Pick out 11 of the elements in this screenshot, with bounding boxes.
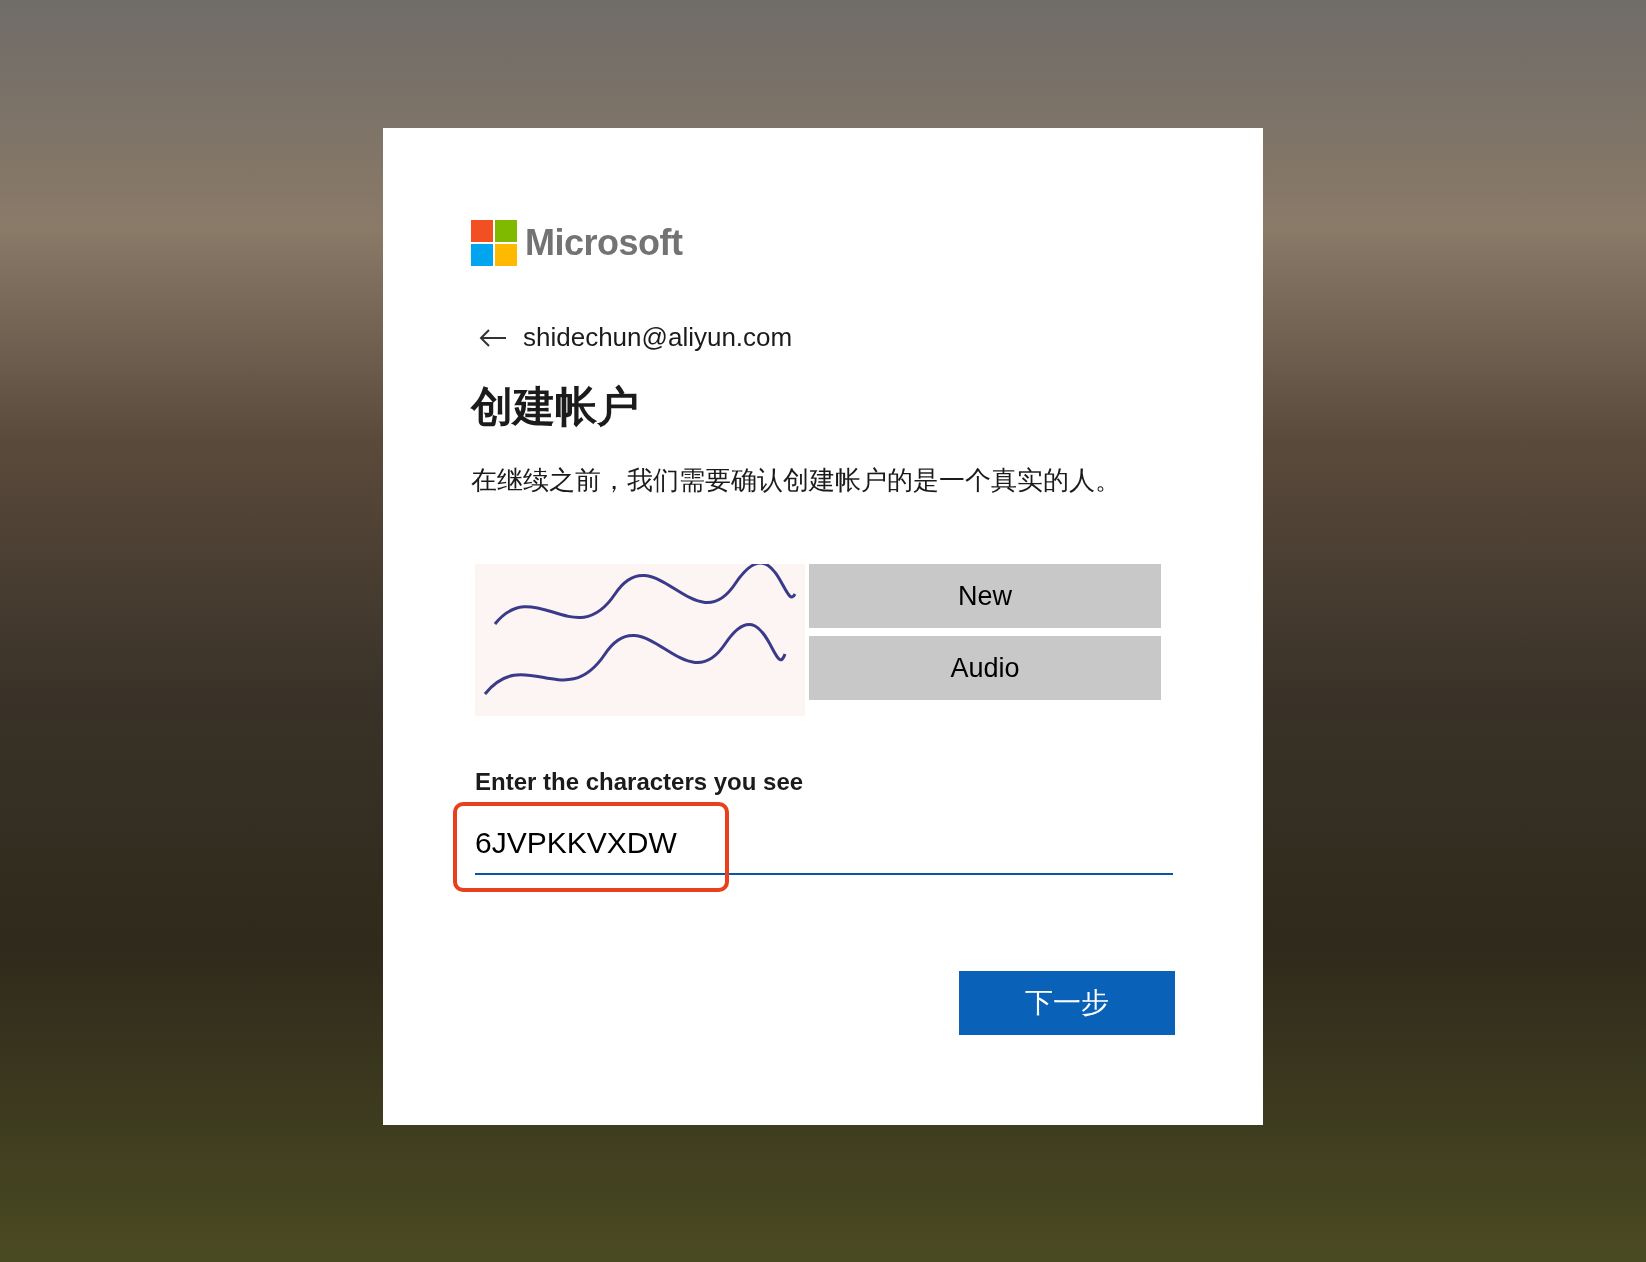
captcha-option-button[interactable]: Audio	[809, 636, 1161, 701]
page-title: 创建帐户	[471, 382, 640, 432]
input-field[interactable]: 6JVPKKVXDW	[475, 816, 1173, 876]
next-button[interactable]: 下一步	[959, 971, 1175, 1036]
captcha-label: Enter the characters you see	[475, 767, 805, 798]
captcha-option-button[interactable]: New	[809, 564, 1161, 629]
back-arrow-icon[interactable]	[479, 327, 507, 348]
logo-text: Microsoft	[525, 221, 683, 265]
description-text: 在继续之前，我们需要确认创建帐户的是一个真实的人。	[471, 464, 1122, 497]
account-email: shidechun@aliyun.com	[523, 321, 793, 354]
logo-icon	[471, 220, 517, 266]
